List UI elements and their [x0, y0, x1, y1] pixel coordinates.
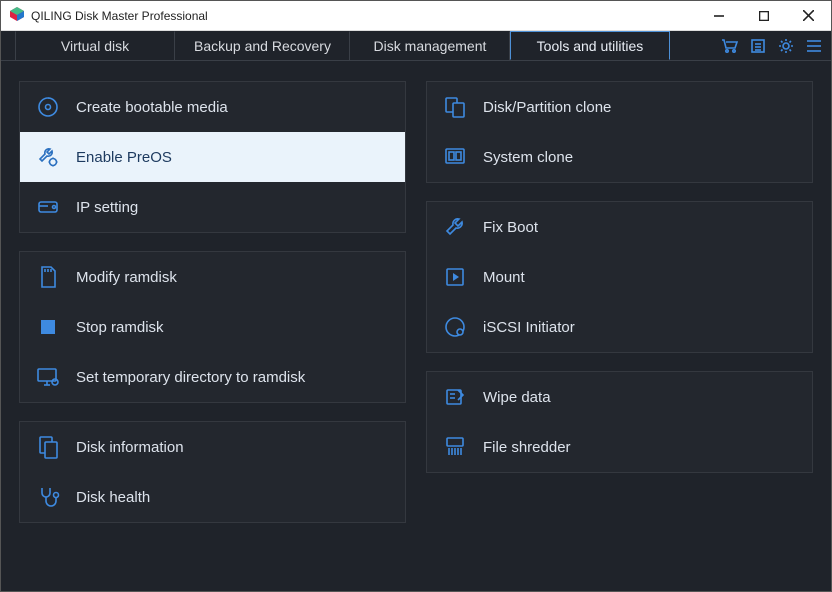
- eraser-icon: [443, 385, 467, 409]
- disc-icon: [36, 95, 60, 119]
- item-label: System clone: [483, 149, 573, 166]
- maximize-button[interactable]: [741, 1, 786, 31]
- wrench-gear-icon: [36, 145, 60, 169]
- app-window: QILING Disk Master Professional Virtual …: [0, 0, 832, 592]
- shredder-icon: [443, 435, 467, 459]
- item-disk-health[interactable]: Disk health: [20, 472, 405, 522]
- item-stop-ramdisk[interactable]: Stop ramdisk: [20, 302, 405, 352]
- close-button[interactable]: [786, 1, 831, 31]
- panel-disk-health: Disk information Disk health: [19, 421, 406, 523]
- item-label: Stop ramdisk: [76, 319, 164, 336]
- list-icon[interactable]: [749, 37, 767, 55]
- app-body: Virtual disk Backup and Recovery Disk ma…: [1, 31, 831, 591]
- panel-data-tools: Wipe data File shredder: [426, 371, 813, 473]
- toolbar-icons: [721, 31, 831, 60]
- tab-disk-management[interactable]: Disk management: [350, 31, 510, 60]
- left-column: Create bootable media Enable PreOS IP se…: [19, 81, 406, 571]
- clone-icon: [443, 95, 467, 119]
- app-title: QILING Disk Master Professional: [31, 9, 208, 23]
- gear-icon[interactable]: [777, 37, 795, 55]
- item-label: Mount: [483, 269, 525, 286]
- stop-icon: [36, 315, 60, 339]
- titlebar: QILING Disk Master Professional: [1, 1, 831, 31]
- item-label: Disk/Partition clone: [483, 99, 611, 116]
- system-clone-icon: [443, 145, 467, 169]
- item-label: Set temporary directory to ramdisk: [76, 369, 305, 386]
- item-create-bootable-media[interactable]: Create bootable media: [20, 82, 405, 132]
- panel-clone: Disk/Partition clone System clone: [426, 81, 813, 183]
- right-column: Disk/Partition clone System clone: [426, 81, 813, 571]
- item-wipe-data[interactable]: Wipe data: [427, 372, 812, 422]
- item-iscsi-initiator[interactable]: iSCSI Initiator: [427, 302, 812, 352]
- item-disk-information[interactable]: Disk information: [20, 422, 405, 472]
- item-modify-ramdisk[interactable]: Modify ramdisk: [20, 252, 405, 302]
- app-logo-icon: [9, 6, 25, 25]
- play-box-icon: [443, 265, 467, 289]
- tabbar: Virtual disk Backup and Recovery Disk ma…: [1, 31, 831, 61]
- minimize-button[interactable]: [696, 1, 741, 31]
- item-label: IP setting: [76, 199, 138, 216]
- item-label: Enable PreOS: [76, 149, 172, 166]
- item-label: Disk health: [76, 489, 150, 506]
- item-label: File shredder: [483, 439, 571, 456]
- wrench-icon: [443, 215, 467, 239]
- item-enable-preos[interactable]: Enable PreOS: [20, 132, 405, 182]
- item-system-clone[interactable]: System clone: [427, 132, 812, 182]
- panel-misc-tools: Fix Boot Mount iSCSI Initiator: [426, 201, 813, 353]
- panel-boot-tools: Create bootable media Enable PreOS IP se…: [19, 81, 406, 233]
- iscsi-icon: [443, 315, 467, 339]
- monitor-gear-icon: [36, 365, 60, 389]
- item-label: Modify ramdisk: [76, 269, 177, 286]
- tab-virtual-disk[interactable]: Virtual disk: [15, 31, 175, 60]
- item-label: Disk information: [76, 439, 184, 456]
- item-ip-setting[interactable]: IP setting: [20, 182, 405, 232]
- item-label: Create bootable media: [76, 99, 228, 116]
- content-area: Create bootable media Enable PreOS IP se…: [1, 61, 831, 591]
- item-label: Fix Boot: [483, 219, 538, 236]
- item-disk-partition-clone[interactable]: Disk/Partition clone: [427, 82, 812, 132]
- sd-card-icon: [36, 265, 60, 289]
- item-label: Wipe data: [483, 389, 551, 406]
- disk-info-icon: [36, 435, 60, 459]
- stethoscope-icon: [36, 485, 60, 509]
- item-file-shredder[interactable]: File shredder: [427, 422, 812, 472]
- menu-icon[interactable]: [805, 37, 823, 55]
- item-set-temp-ramdisk[interactable]: Set temporary directory to ramdisk: [20, 352, 405, 402]
- network-card-icon: [36, 195, 60, 219]
- tab-backup-recovery[interactable]: Backup and Recovery: [175, 31, 350, 60]
- item-label: iSCSI Initiator: [483, 319, 575, 336]
- tab-tools-utilities[interactable]: Tools and utilities: [510, 31, 670, 60]
- item-mount[interactable]: Mount: [427, 252, 812, 302]
- panel-ramdisk: Modify ramdisk Stop ramdisk Set temporar…: [19, 251, 406, 403]
- item-fix-boot[interactable]: Fix Boot: [427, 202, 812, 252]
- cart-icon[interactable]: [721, 37, 739, 55]
